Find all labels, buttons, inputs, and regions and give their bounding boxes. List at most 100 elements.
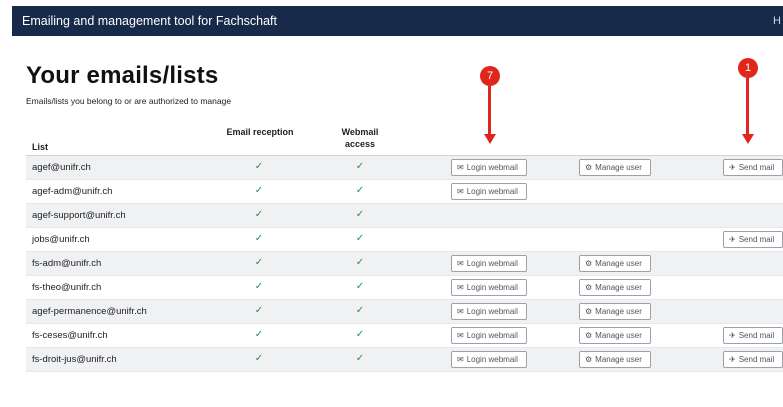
webmail-access-check-icon: ✓ <box>355 281 365 292</box>
list-address: agef-support@unifr.ch <box>32 210 126 221</box>
send-mail-button[interactable]: ✈ Send mail <box>723 159 783 176</box>
page-title: Your emails/lists <box>26 62 219 89</box>
manage-user-button[interactable]: ⚙ Manage user <box>579 159 651 176</box>
envelope-icon: ✉ <box>457 186 464 196</box>
column-header-webmail-access: Webmail access <box>341 127 379 149</box>
login-webmail-button-label: Login webmail <box>466 331 518 340</box>
lists-table: List Email reception Webmail access agef… <box>26 120 783 372</box>
gear-icon: ⚙ <box>585 354 593 364</box>
webmail-access-check-icon: ✓ <box>355 161 365 172</box>
manage-user-button[interactable]: ⚙ Manage user <box>579 255 651 272</box>
list-address: agef-permanence@unifr.ch <box>32 306 147 317</box>
column-header-email-reception: Email reception <box>226 127 294 137</box>
email-reception-check-icon: ✓ <box>254 257 264 268</box>
table-row: fs-ceses@unifr.ch ✓ ✓ ✉ Login webmail ⚙ Manage… <box>26 324 783 348</box>
annotation-7-badge: 7 <box>480 66 500 86</box>
annotation-7-arrow-shaft <box>488 86 491 136</box>
login-webmail-button[interactable]: ✉ Login webmail <box>451 183 527 200</box>
table-row: agef-permanence@unifr.ch ✓ ✓ ✉ Login webmail… <box>26 300 783 324</box>
annotation-1-arrow-shaft <box>746 78 749 136</box>
send-mail-button-label: Send mail <box>738 235 775 244</box>
send-mail-button-label: Send mail <box>738 331 775 340</box>
table-row: agef-support@unifr.ch ✓ ✓ <box>26 204 783 228</box>
list-address: agef@unifr.ch <box>32 162 91 173</box>
list-address: fs-theo@unifr.ch <box>32 282 102 293</box>
table-row: fs-droit-jus@unifr.ch ✓ ✓ ✉ Login webmail ⚙ Ma… <box>26 348 783 372</box>
annotation-1-arrow-head <box>741 134 754 144</box>
paper-plane-icon: ✈ <box>729 330 736 340</box>
app-title: Emailing and management tool for Fachsch… <box>22 14 277 28</box>
envelope-icon: ✉ <box>457 330 464 340</box>
list-address: fs-ceses@unifr.ch <box>32 330 108 341</box>
email-reception-check-icon: ✓ <box>254 281 264 292</box>
webmail-access-check-icon: ✓ <box>355 185 365 196</box>
login-webmail-button[interactable]: ✉ Login webmail <box>451 255 527 272</box>
column-header-list: List <box>32 142 49 152</box>
list-address: fs-droit-jus@unifr.ch <box>32 354 117 365</box>
email-reception-check-icon: ✓ <box>254 185 264 196</box>
webmail-access-check-icon: ✓ <box>355 305 365 316</box>
table-row: fs-theo@unifr.ch ✓ ✓ ✉ Login webmail ⚙ Manage … <box>26 276 783 300</box>
gear-icon: ⚙ <box>585 258 593 268</box>
send-mail-button-label: Send mail <box>738 355 775 364</box>
email-reception-check-icon: ✓ <box>254 161 264 172</box>
login-webmail-button[interactable]: ✉ Login webmail <box>451 351 527 368</box>
send-mail-button-label: Send mail <box>738 163 775 172</box>
annotation-1-badge: 1 <box>738 58 758 78</box>
login-webmail-button[interactable]: ✉ Login webmail <box>451 159 527 176</box>
list-address: fs-adm@unifr.ch <box>32 258 102 269</box>
login-webmail-button-label: Login webmail <box>466 187 518 196</box>
envelope-icon: ✉ <box>457 162 464 172</box>
manage-user-button[interactable]: ⚙ Manage user <box>579 327 651 344</box>
paper-plane-icon: ✈ <box>729 354 736 364</box>
email-reception-check-icon: ✓ <box>254 329 264 340</box>
envelope-icon: ✉ <box>457 258 464 268</box>
table-row: fs-adm@unifr.ch ✓ ✓ ✉ Login webmail ⚙ Manage u… <box>26 252 783 276</box>
table-row: agef-adm@unifr.ch ✓ ✓ ✉ Login webmail <box>26 180 783 204</box>
login-webmail-button[interactable]: ✉ Login webmail <box>451 303 527 320</box>
send-mail-button[interactable]: ✈ Send mail <box>723 351 783 368</box>
manage-user-button-label: Manage user <box>595 163 642 172</box>
manage-user-button[interactable]: ⚙ Manage user <box>579 279 651 296</box>
top-navbar: Emailing and management tool for Fachsch… <box>12 6 783 36</box>
send-mail-button[interactable]: ✈ Send mail <box>723 327 783 344</box>
login-webmail-button[interactable]: ✉ Login webmail <box>451 279 527 296</box>
table-row: agef@unifr.ch ✓ ✓ ✉ Login webmail ⚙ Manage use… <box>26 156 783 180</box>
paper-plane-icon: ✈ <box>729 162 736 172</box>
gear-icon: ⚙ <box>585 282 593 292</box>
send-mail-button[interactable]: ✈ Send mail <box>723 231 783 248</box>
table-body: agef@unifr.ch ✓ ✓ ✉ Login webmail ⚙ Manage use… <box>26 156 783 372</box>
list-address: jobs@unifr.ch <box>32 234 90 245</box>
paper-plane-icon: ✈ <box>729 234 736 244</box>
webmail-access-check-icon: ✓ <box>355 209 365 220</box>
email-reception-check-icon: ✓ <box>254 233 264 244</box>
manage-user-button[interactable]: ⚙ Manage user <box>579 303 651 320</box>
login-webmail-button[interactable]: ✉ Login webmail <box>451 327 527 344</box>
manage-user-button-label: Manage user <box>595 259 642 268</box>
envelope-icon: ✉ <box>457 354 464 364</box>
manage-user-button-label: Manage user <box>595 355 642 364</box>
navbar-right-text[interactable]: H <box>773 15 781 27</box>
login-webmail-button-label: Login webmail <box>466 283 518 292</box>
gear-icon: ⚙ <box>585 330 593 340</box>
login-webmail-button-label: Login webmail <box>466 307 518 316</box>
manage-user-button[interactable]: ⚙ Manage user <box>579 351 651 368</box>
webmail-access-check-icon: ✓ <box>355 329 365 340</box>
login-webmail-button-label: Login webmail <box>466 163 518 172</box>
manage-user-button-label: Manage user <box>595 331 642 340</box>
email-reception-check-icon: ✓ <box>254 209 264 220</box>
login-webmail-button-label: Login webmail <box>466 355 518 364</box>
envelope-icon: ✉ <box>457 282 464 292</box>
webmail-access-check-icon: ✓ <box>355 257 365 268</box>
page-subtitle: Emails/lists you belong to or are author… <box>26 96 232 106</box>
email-reception-check-icon: ✓ <box>254 353 264 364</box>
annotation-7-arrow-head <box>483 134 496 144</box>
manage-user-button-label: Manage user <box>595 283 642 292</box>
table-row: jobs@unifr.ch ✓ ✓ ✈ Send mail <box>26 228 783 252</box>
gear-icon: ⚙ <box>585 306 593 316</box>
gear-icon: ⚙ <box>585 162 593 172</box>
envelope-icon: ✉ <box>457 306 464 316</box>
table-header: List Email reception Webmail access <box>26 120 783 156</box>
email-reception-check-icon: ✓ <box>254 305 264 316</box>
manage-user-button-label: Manage user <box>595 307 642 316</box>
